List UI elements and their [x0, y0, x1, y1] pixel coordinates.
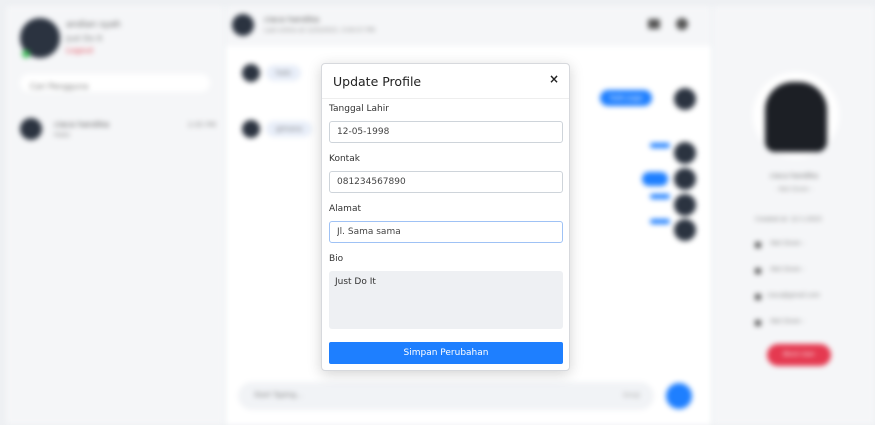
outgoing-message-short [650, 143, 670, 148]
profile-line: - Not Given - [767, 266, 805, 273]
outgoing-avatar [674, 88, 696, 110]
chat-contact-avatar[interactable] [232, 14, 254, 36]
email-icon [755, 294, 761, 300]
incoming-avatar [242, 120, 260, 138]
modal-title: Update Profile [333, 74, 422, 89]
my-name: andian syah [66, 20, 121, 30]
chat-last-seen: Last online at 12/5/2023, 3:04:57 PM [264, 27, 375, 34]
incoming-message: gimana [266, 121, 313, 137]
save-changes-button[interactable]: Simpan Perubahan [329, 342, 563, 364]
incoming-message: halo [266, 65, 301, 81]
outgoing-avatar [674, 142, 696, 164]
message-input-bar[interactable]: Emoji [238, 382, 654, 410]
emoji-button[interactable]: Emoji [623, 392, 640, 399]
address-field[interactable] [329, 221, 563, 243]
profile-line: - Not Given - [767, 240, 805, 247]
contacts-sidebar: andian syah Just Do It Logout ciaca hand… [6, 6, 224, 425]
settings-icon[interactable] [676, 18, 688, 30]
outgoing-message-short [650, 194, 670, 199]
update-profile-modal: Update Profile × Tanggal Lahir Kontak Al… [321, 63, 570, 371]
contact-last-message: Halo [54, 131, 70, 139]
contact-label: Kontak [329, 154, 360, 164]
profile-joined: Created at: 12-1-2023 [755, 216, 822, 223]
profile-photo-jacket [765, 82, 827, 152]
outgoing-message-short [650, 219, 670, 224]
chat-header: ciaca handika Last online at 12/5/2023, … [226, 6, 711, 46]
profile-name: ciaca handika [769, 172, 819, 180]
send-button[interactable] [666, 383, 692, 409]
search-input[interactable] [20, 78, 210, 95]
block-user-button[interactable]: Block User [767, 344, 831, 366]
profile-subtitle: - Not Given - [775, 186, 813, 193]
close-icon[interactable]: × [549, 72, 559, 86]
profile-line: ciaca@gmail.com [767, 292, 821, 299]
chat-contact-name: ciaca handika [264, 15, 320, 24]
my-status: Just Do It [66, 34, 103, 43]
birthdate-field[interactable] [329, 121, 563, 143]
contact-item[interactable]: ciaca handika Halo 2:05 PM [20, 118, 216, 144]
birthdate-label: Tanggal Lahir [329, 104, 389, 114]
address-label: Alamat [329, 204, 361, 214]
outgoing-message: halo juga [600, 90, 653, 106]
bio-label: Bio [329, 254, 344, 264]
contact-name: ciaca handika [54, 120, 110, 129]
modal-divider [322, 98, 569, 99]
calendar-icon [755, 242, 761, 248]
message-input[interactable] [238, 382, 570, 408]
outgoing-avatar [674, 194, 696, 216]
location-icon [755, 320, 761, 326]
bio-field[interactable]: Just Do It [329, 271, 563, 329]
logout-link[interactable]: Logout [66, 46, 93, 55]
contact-time: 2:05 PM [187, 121, 216, 129]
phone-icon [755, 268, 761, 274]
online-indicator-icon [22, 50, 30, 58]
outgoing-avatar [674, 219, 696, 241]
video-call-icon[interactable] [648, 19, 660, 29]
contact-field[interactable] [329, 171, 563, 193]
profile-line: - Not Given - [767, 318, 805, 325]
outgoing-message-short [642, 172, 668, 186]
contact-profile-panel: ciaca handika - Not Given - Created at: … [713, 6, 875, 425]
incoming-avatar [242, 64, 260, 82]
contact-avatar [20, 118, 42, 140]
outgoing-avatar [674, 168, 696, 190]
search-box[interactable] [20, 74, 210, 95]
